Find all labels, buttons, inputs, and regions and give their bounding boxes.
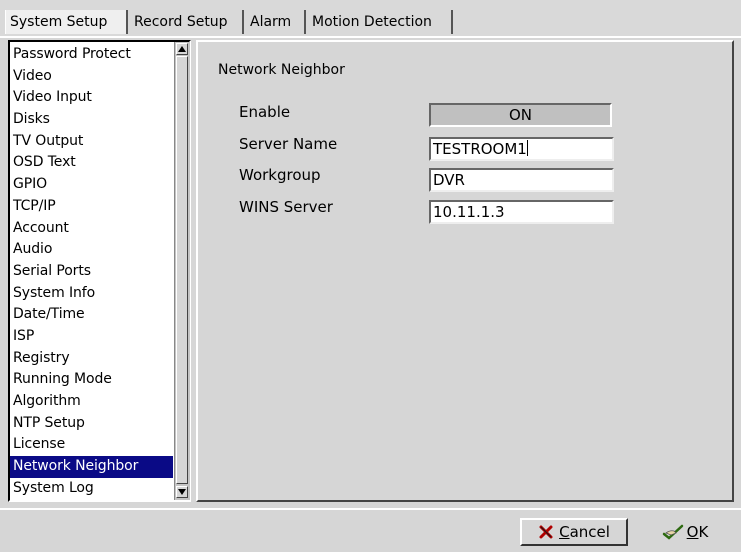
sidebar-item-running-mode[interactable]: Running Mode (10, 369, 173, 391)
server-name-label: Server Name (239, 135, 338, 153)
sidebar-item-gpio[interactable]: GPIO (10, 174, 173, 196)
list-scrollbar[interactable] (174, 42, 190, 500)
scrollbar-thumb[interactable] (176, 56, 188, 484)
sidebar-item-disks[interactable]: Disks (10, 109, 173, 131)
sidebar-item-serial-ports[interactable]: Serial Ports (10, 261, 173, 283)
tab-record-setup[interactable]: Record Setup (130, 10, 244, 34)
cancel-label: ancel (569, 523, 610, 541)
ok-mnemonic: O (686, 523, 699, 541)
sidebar-item-audio[interactable]: Audio (10, 239, 173, 261)
wins-server-label: WINS Server (239, 198, 333, 216)
wins-server-field[interactable]: 10.11.1.3 (429, 200, 614, 224)
sidebar-item-registry[interactable]: Registry (10, 348, 173, 370)
sidebar-item-tv-output[interactable]: TV Output (10, 131, 173, 153)
checkmark-hand-icon (662, 523, 684, 547)
tab-bar: System Setup Record Setup Alarm Motion D… (0, 0, 741, 36)
panel-title: Network Neighbor (218, 62, 345, 78)
sidebar-item-system-info[interactable]: System Info (10, 283, 173, 305)
sidebar-item-password-protect[interactable]: Password Protect (10, 44, 173, 66)
sidebar-item-video[interactable]: Video (10, 66, 173, 88)
settings-list-items: Password Protect Video Video Input Disks TV … (10, 44, 173, 500)
text-cursor (526, 140, 528, 156)
dialog-footer: Cancel OK (0, 508, 741, 552)
sidebar-item-isp[interactable]: ISP (10, 326, 173, 348)
sidebar-item-video-input[interactable]: Video Input (10, 87, 173, 109)
cancel-mnemonic: C (559, 523, 570, 541)
sidebar-item-system-log[interactable]: System Log (10, 478, 173, 500)
cancel-button[interactable]: Cancel (520, 518, 628, 546)
server-name-value: TESTROOM1 (433, 140, 527, 158)
server-name-field[interactable]: TESTROOM1 (429, 137, 614, 161)
tab-motion-detection[interactable]: Motion Detection (308, 10, 453, 34)
settings-list: Password Protect Video Video Input Disks TV … (8, 40, 191, 502)
sidebar-item-license[interactable]: License (10, 434, 173, 456)
arrow-down-icon[interactable] (176, 486, 188, 498)
tab-alarm[interactable]: Alarm (246, 10, 306, 34)
ok-label: K (698, 523, 709, 541)
network-neighbor-panel: Network Neighbor Enable ON Server Name T… (196, 40, 734, 502)
workgroup-field[interactable]: DVR (429, 168, 614, 192)
tab-system-setup[interactable]: System Setup (5, 10, 128, 34)
sidebar-item-ntp-setup[interactable]: NTP Setup (10, 413, 173, 435)
sidebar-item-date-time[interactable]: Date/Time (10, 304, 173, 326)
sidebar-item-osd-text[interactable]: OSD Text (10, 152, 173, 174)
sidebar-item-network-neighbor[interactable]: Network Neighbor (10, 456, 173, 478)
ok-button[interactable]: OK (636, 518, 734, 546)
arrow-up-icon[interactable] (176, 43, 188, 55)
enable-toggle[interactable]: ON (429, 103, 612, 127)
sidebar-item-algorithm[interactable]: Algorithm (10, 391, 173, 413)
sidebar-item-tcp-ip[interactable]: TCP/IP (10, 196, 173, 218)
workgroup-label: Workgroup (239, 166, 321, 184)
sidebar-item-account[interactable]: Account (10, 218, 173, 240)
enable-label: Enable (239, 103, 291, 121)
x-mark-icon (538, 523, 554, 547)
